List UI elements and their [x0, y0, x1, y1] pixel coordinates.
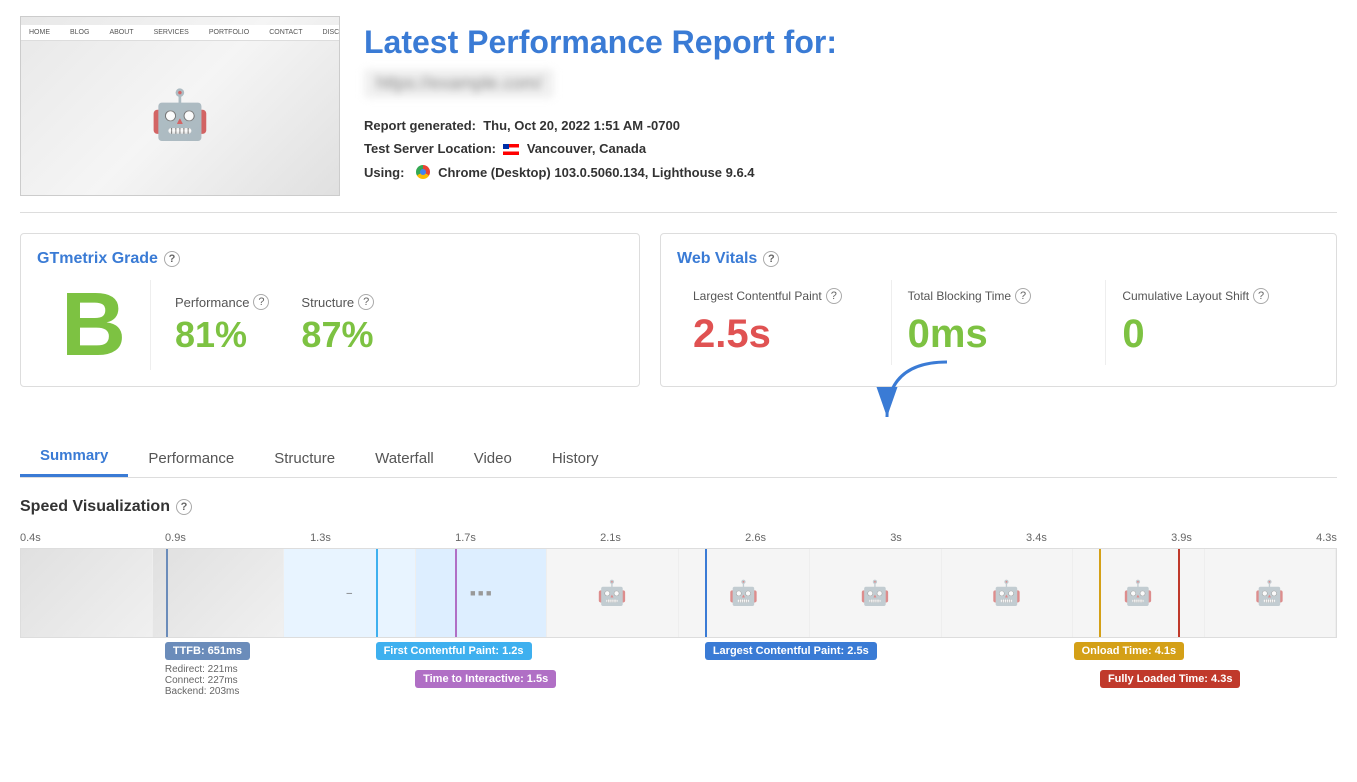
frame-8: 🤖 [1073, 549, 1205, 637]
frame-4: 🤖 [547, 549, 679, 637]
frame-0 [21, 549, 153, 637]
using-label: Using: [364, 161, 404, 184]
timeline-markers: 0.4s 0.9s 1.3s 1.7s 2.1s 2.6s 3s 3.4s 3.… [20, 532, 1337, 548]
marker-5: 2.6s [745, 532, 766, 544]
grade-inner: B Performance ? 81% Structure ? [37, 280, 623, 370]
vline-lcp [705, 549, 707, 637]
thumbnail-robot-image: 🤖 [150, 86, 210, 143]
ttfb-backend: Backend: 203ms [165, 686, 240, 697]
frame-1 [153, 549, 285, 637]
marker-1: 0.9s [165, 532, 186, 544]
cls-value: 0 [1122, 312, 1304, 357]
frame-5: 🤖 [679, 549, 811, 637]
cls-label: Cumulative Layout Shift ? [1122, 288, 1304, 304]
lcp-vital: Largest Contentful Paint ? 2.5s [677, 280, 892, 365]
vline-fcp [376, 549, 378, 637]
timeline-strip: – ■ ■ ■ 🤖 🤖 🤖 🤖 🤖 🤖 [20, 548, 1337, 638]
tabs-nav: Summary Performance Structure Waterfall … [20, 437, 1337, 478]
lcp-help[interactable]: ? [826, 288, 842, 304]
performance-value: 81% [175, 314, 269, 356]
vline-ttfb [166, 549, 168, 637]
speed-viz-help[interactable]: ? [176, 499, 192, 515]
cls-vital: Cumulative Layout Shift ? 0 [1106, 280, 1320, 365]
label-flt: Fully Loaded Time: 4.3s [1100, 670, 1241, 688]
using-value: Chrome (Desktop) 103.0.5060.134, Lightho… [438, 161, 754, 184]
marker-8: 3.9s [1171, 532, 1192, 544]
performance-metric: Performance ? 81% [175, 294, 269, 356]
cls-help[interactable]: ? [1253, 288, 1269, 304]
tab-waterfall[interactable]: Waterfall [355, 440, 454, 477]
vitals-inner: Largest Contentful Paint ? 2.5s Total Bl… [677, 280, 1320, 365]
gtmetrix-grade-title: GTmetrix Grade ? [37, 250, 623, 268]
label-onload: Onload Time: 4.1s [1074, 642, 1185, 660]
frame-6: 🤖 [810, 549, 942, 637]
chrome-icon [416, 165, 430, 179]
site-thumbnail: HOMEBLOGABOUTSERVICESPORTFOLIOCONTACTDIS… [20, 16, 340, 196]
vline-flt [1178, 549, 1180, 637]
server-location-value: Vancouver, Canada [527, 141, 646, 156]
vline-onload [1099, 549, 1101, 637]
web-vitals-card: Web Vitals ? Largest Contentful Paint ? … [660, 233, 1337, 387]
tbt-vital: Total Blocking Time ? 0ms [892, 280, 1107, 365]
tbt-value: 0ms [908, 312, 1090, 357]
report-title: Latest Performance Report for: [364, 24, 1337, 61]
label-ttfb: TTFB: 651ms [165, 642, 250, 660]
canada-flag-icon [503, 144, 519, 155]
lcp-value: 2.5s [693, 312, 875, 357]
web-vitals-help[interactable]: ? [763, 251, 779, 267]
structure-help[interactable]: ? [358, 294, 374, 310]
report-generated-value: Thu, Oct 20, 2022 1:51 AM -0700 [483, 118, 680, 133]
report-meta: Report generated: Thu, Oct 20, 2022 1:51… [364, 114, 1337, 184]
structure-label: Structure ? [301, 294, 374, 310]
marker-4: 2.1s [600, 532, 621, 544]
metrics-row: Performance ? 81% Structure ? 87% [175, 294, 374, 356]
frame-9: 🤖 [1205, 549, 1337, 637]
label-lcp: Largest Contentful Paint: 2.5s [705, 642, 877, 660]
blue-arrow-indicator [867, 357, 957, 427]
gtmetrix-grade-card: GTmetrix Grade ? B Performance ? 81% [20, 233, 640, 387]
label-fcp: First Contentful Paint: 1.2s [376, 642, 532, 660]
speed-visualization-section: Speed Visualization ? 0.4s 0.9s 1.3s 1.7… [20, 498, 1337, 722]
grade-letter: B [37, 280, 151, 370]
ttfb-redirect: Redirect: 221ms [165, 664, 240, 675]
structure-metric: Structure ? 87% [301, 294, 374, 356]
ttfb-sub-labels: Redirect: 221ms Connect: 227ms Backend: … [165, 664, 240, 697]
tbt-help[interactable]: ? [1015, 288, 1031, 304]
marker-7: 3.4s [1026, 532, 1047, 544]
performance-label: Performance ? [175, 294, 269, 310]
speed-visualization-title: Speed Visualization ? [20, 498, 1337, 516]
tab-history[interactable]: History [532, 440, 619, 477]
vline-tti [455, 549, 457, 637]
lcp-label: Largest Contentful Paint ? [693, 288, 875, 304]
performance-help[interactable]: ? [253, 294, 269, 310]
marker-3: 1.7s [455, 532, 476, 544]
marker-6: 3s [890, 532, 902, 544]
tab-video[interactable]: Video [454, 440, 532, 477]
label-tti: Time to Interactive: 1.5s [415, 670, 556, 688]
frame-2: – [284, 549, 416, 637]
marker-9: 4.3s [1316, 532, 1337, 544]
server-location-label: Test Server Location: [364, 141, 496, 156]
web-vitals-title: Web Vitals ? [677, 250, 1320, 268]
timeline-labels: TTFB: 651ms Redirect: 221ms Connect: 227… [20, 642, 1337, 722]
structure-value: 87% [301, 314, 374, 356]
tbt-label: Total Blocking Time ? [908, 288, 1090, 304]
tab-performance[interactable]: Performance [128, 440, 254, 477]
marker-2: 1.3s [310, 532, 331, 544]
timeline-container: 0.4s 0.9s 1.3s 1.7s 2.1s 2.6s 3s 3.4s 3.… [20, 532, 1337, 722]
frame-3: ■ ■ ■ [416, 549, 548, 637]
gtmetrix-grade-help[interactable]: ? [164, 251, 180, 267]
marker-0: 0.4s [20, 532, 41, 544]
tab-summary[interactable]: Summary [20, 437, 128, 477]
report-url: https://example.com/ [364, 69, 554, 98]
header-info: Latest Performance Report for: https://e… [364, 16, 1337, 184]
frame-7: 🤖 [942, 549, 1074, 637]
ttfb-connect: Connect: 227ms [165, 675, 240, 686]
tab-structure[interactable]: Structure [254, 440, 355, 477]
report-generated-label: Report generated: [364, 118, 476, 133]
